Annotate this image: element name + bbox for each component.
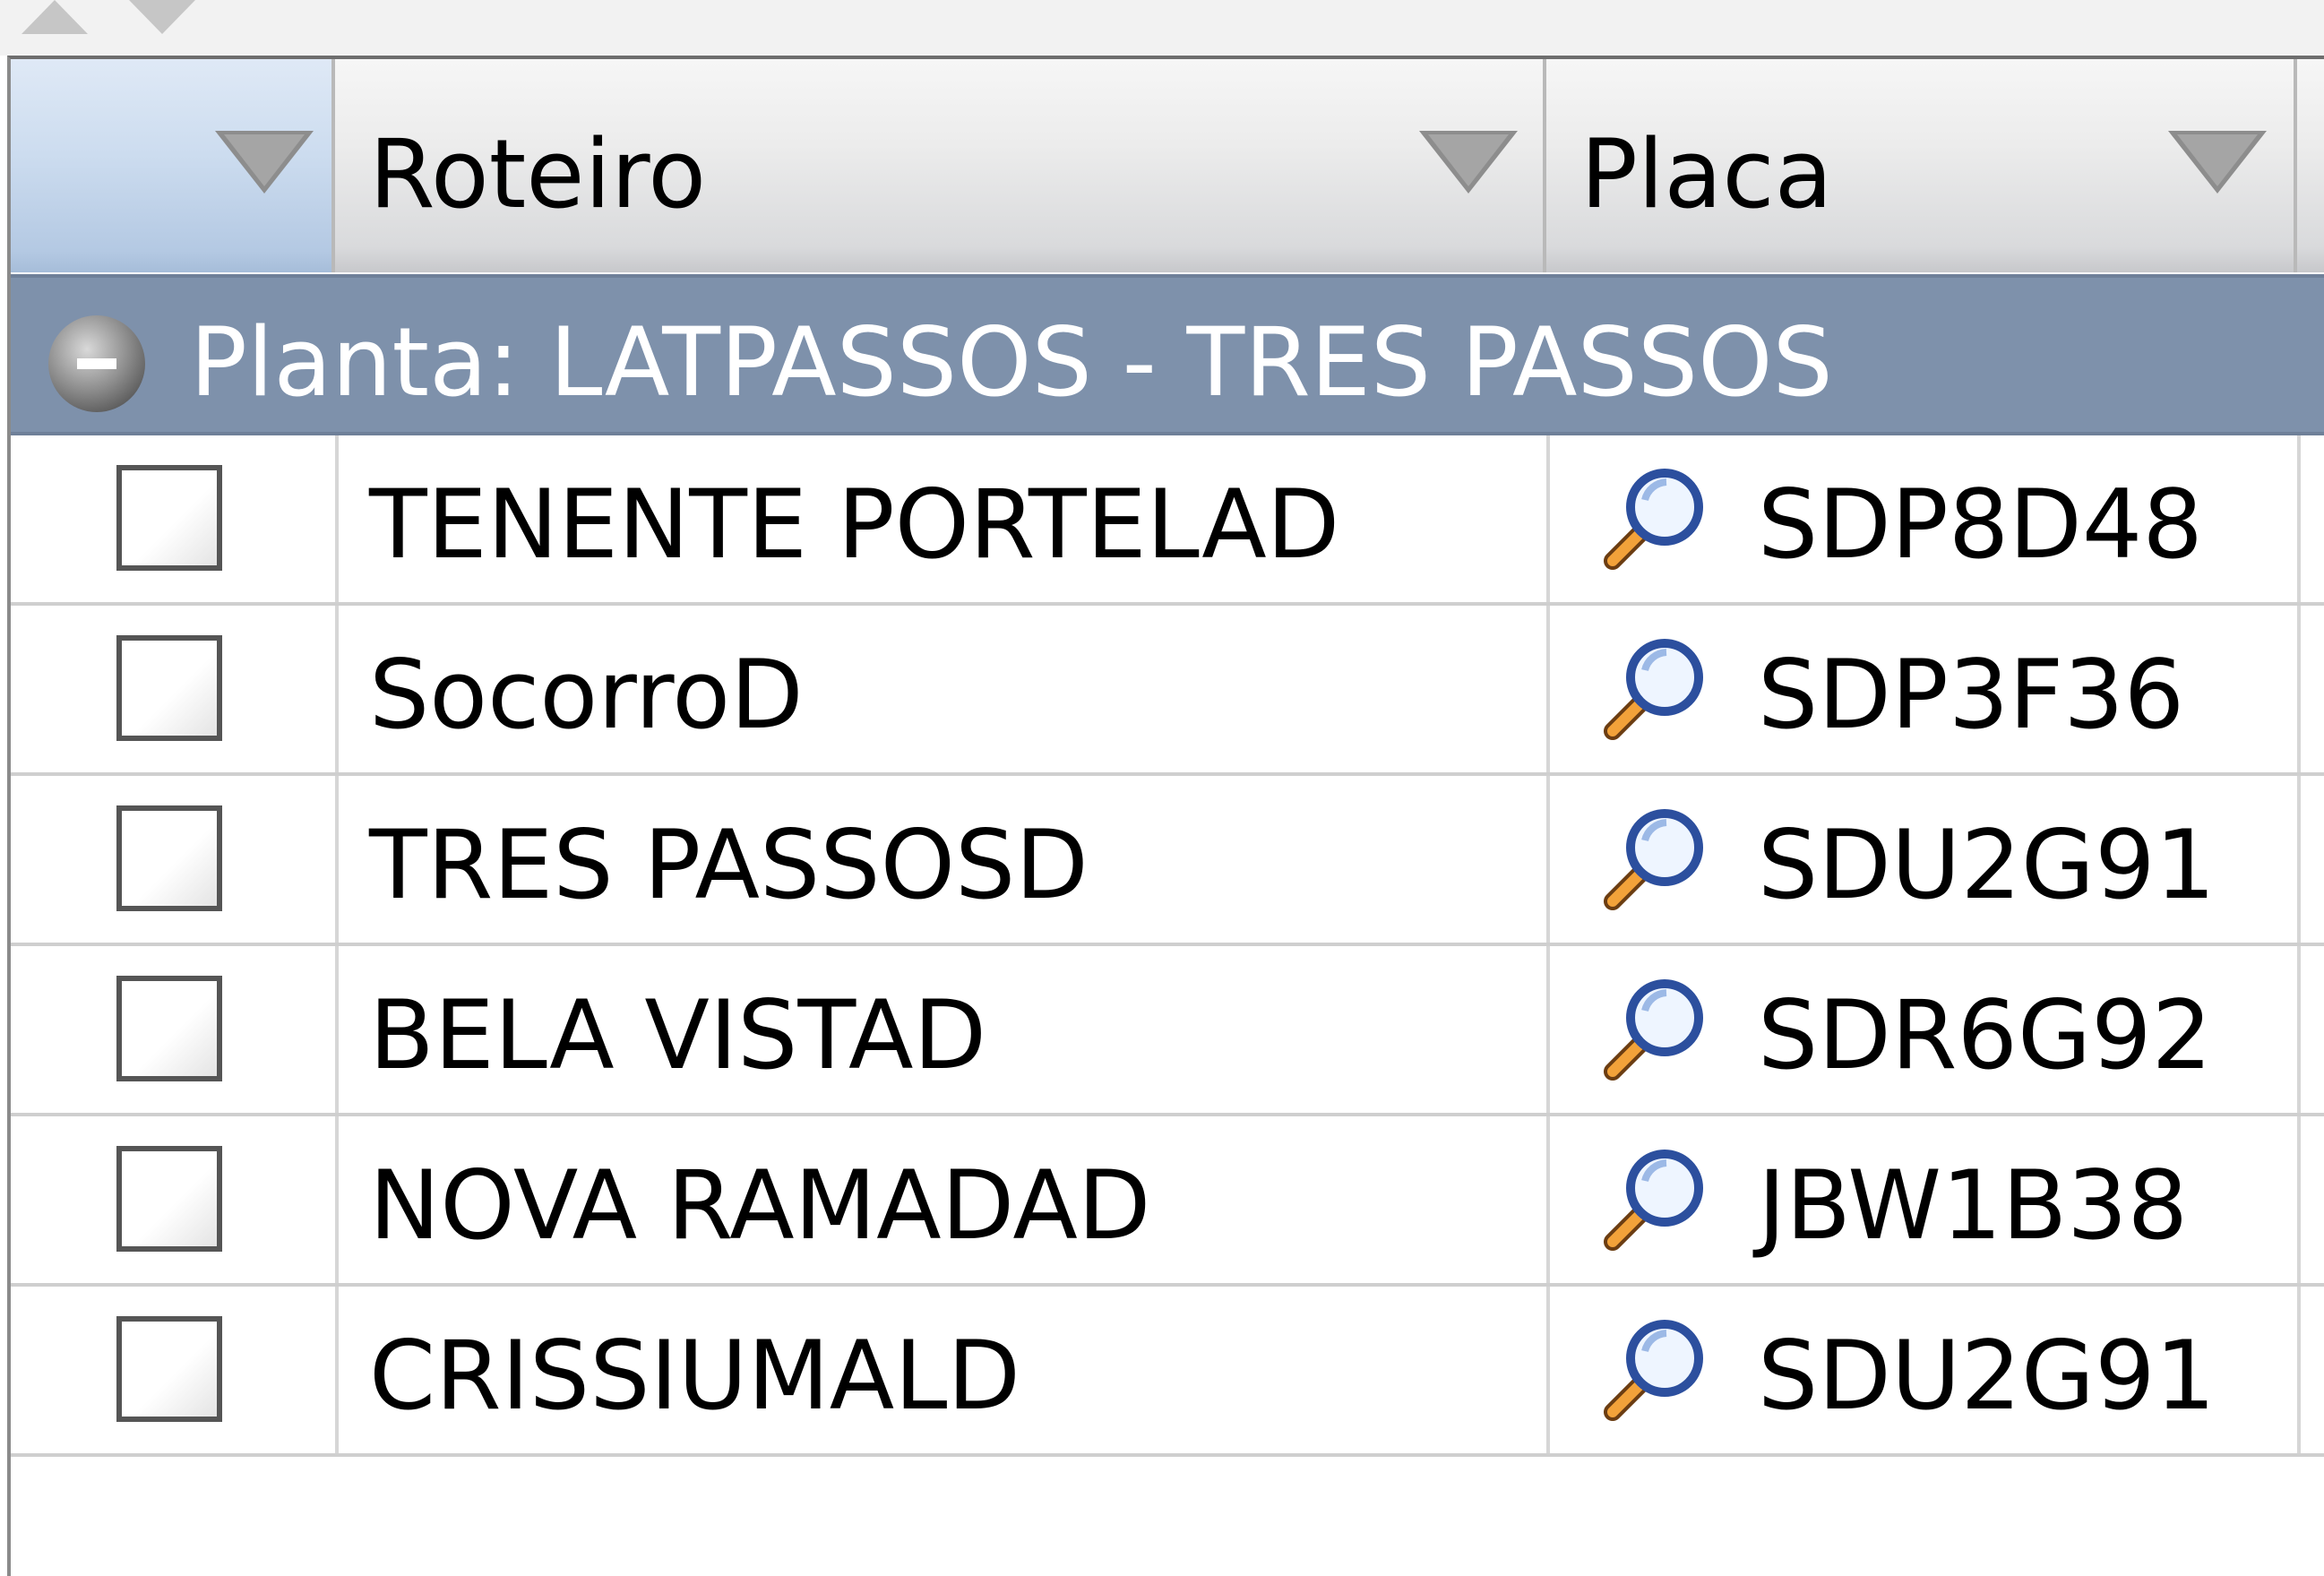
sort-icon[interactable] — [1419, 131, 1518, 194]
table-row[interactable]: SocorroD SDP3F36 — [11, 606, 2324, 776]
row-checkbox[interactable] — [116, 1316, 222, 1422]
scroll-strip — [0, 0, 2324, 56]
placa-cell: SDU2G91 — [1758, 810, 2216, 920]
placa-cell: SDR6G92 — [1758, 980, 2213, 1090]
table-row[interactable]: NOVA RAMADAD JBW1B38 — [11, 1116, 2324, 1287]
column-header-label: Roteiro — [369, 119, 707, 229]
row-checkbox[interactable] — [116, 465, 222, 571]
table-row[interactable]: BELA VISTAD SDR6G92 — [11, 946, 2324, 1116]
magnifier-icon[interactable] — [1595, 1141, 1711, 1258]
roteiro-cell: NOVA RAMADAD — [369, 1150, 1151, 1261]
roteiro-cell: TENENTE PORTELAD — [369, 469, 1340, 580]
collapse-circle-icon[interactable] — [45, 312, 149, 416]
group-row[interactable]: Planta: LATPASSOS - TRES PASSOS — [11, 274, 2324, 435]
scroll-up-icon[interactable] — [14, 0, 95, 36]
row-checkbox[interactable] — [116, 805, 222, 911]
row-checkbox[interactable] — [116, 1146, 222, 1252]
scroll-down-icon[interactable] — [122, 0, 202, 36]
table-row[interactable]: TENENTE PORTELAD SDP8D48 — [11, 435, 2324, 606]
placa-cell: JBW1B38 — [1758, 1150, 2189, 1261]
placa-cell: SDP8D48 — [1758, 469, 2203, 580]
roteiro-cell: SocorroD — [369, 640, 804, 750]
column-header-select[interactable] — [11, 59, 335, 272]
placa-cell: SDP3F36 — [1758, 640, 2185, 750]
sort-icon[interactable] — [215, 131, 314, 194]
column-header-roteiro[interactable]: Roteiro — [335, 59, 1546, 272]
table-row[interactable]: TRES PASSOSD SDU2G91 — [11, 776, 2324, 946]
table-row[interactable]: CRISSIUMALD SDU2G91 — [11, 1287, 2324, 1457]
row-checkbox[interactable] — [116, 635, 222, 741]
roteiro-cell: BELA VISTAD — [369, 980, 987, 1090]
roteiro-cell: TRES PASSOSD — [369, 810, 1089, 920]
placa-cell: SDU2G91 — [1758, 1321, 2216, 1431]
column-header-placa[interactable]: Placa — [1546, 59, 2297, 272]
row-checkbox[interactable] — [116, 976, 222, 1081]
column-header-next[interactable] — [2297, 59, 2324, 272]
magnifier-icon[interactable] — [1595, 461, 1711, 577]
group-label: Planta: LATPASSOS - TRES PASSOS — [190, 307, 1833, 418]
sort-icon[interactable] — [2168, 131, 2267, 194]
magnifier-icon[interactable] — [1595, 971, 1711, 1088]
magnifier-icon[interactable] — [1595, 801, 1711, 917]
column-header-label: Placa — [1580, 119, 1833, 229]
magnifier-icon[interactable] — [1595, 631, 1711, 747]
roteiro-cell: CRISSIUMALD — [369, 1321, 1020, 1431]
magnifier-icon[interactable] — [1595, 1312, 1711, 1428]
